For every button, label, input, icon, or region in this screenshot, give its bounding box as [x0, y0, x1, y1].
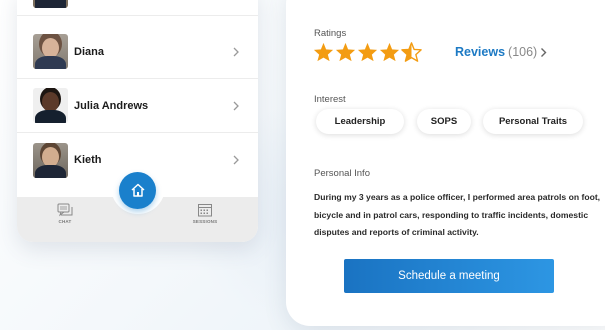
avatar: [33, 34, 68, 69]
bio-text: During my 3 years as a police officer, I…: [314, 192, 601, 237]
home-icon: [130, 183, 145, 197]
profile-card: Ratings Reviews (106) Interest Leadershi…: [286, 0, 605, 326]
reviews-link-label: Reviews: [455, 45, 506, 59]
contacts-phone-screen: Diana Julia Andrews Kieth CHAT SESSIONS: [17, 0, 258, 242]
interest-tag-leadership[interactable]: Leadership: [316, 109, 404, 134]
star-icon-half: [401, 42, 422, 62]
reviews-link[interactable]: Reviews (106): [455, 45, 548, 59]
contact-row[interactable]: [17, 0, 258, 16]
nav-sessions-label: SESSIONS: [192, 219, 218, 224]
nav-chat[interactable]: CHAT: [45, 203, 85, 224]
interest-tag-label: Personal Traits: [498, 116, 568, 127]
star-icon-full: [335, 42, 356, 62]
contact-row-julia-andrews[interactable]: Julia Andrews: [17, 79, 258, 133]
chevron-right-icon: [233, 155, 239, 165]
avatar: [33, 0, 68, 8]
nav-sessions[interactable]: SESSIONS: [185, 203, 225, 224]
contact-name: Diana: [74, 45, 104, 58]
avatar: [33, 88, 68, 123]
chevron-right-icon: [233, 101, 239, 110]
avatar: [33, 142, 68, 178]
interest-tag-label: SOPS: [430, 116, 458, 127]
star-rating: [313, 42, 423, 62]
interest-tag-sops[interactable]: SOPS: [417, 109, 471, 134]
personal-info-label: Personal Info: [314, 168, 370, 179]
schedule-meeting-button[interactable]: Schedule a meeting: [344, 259, 554, 293]
chat-icon: [57, 203, 73, 217]
star-icon-full: [357, 42, 378, 62]
schedule-meeting-label: Schedule a meeting: [398, 270, 500, 282]
contact-name: Kieth: [74, 154, 102, 166]
ratings-label: Ratings: [314, 28, 347, 39]
chevron-right-icon: [541, 47, 547, 57]
star-icon-full: [379, 42, 400, 62]
reviews-count: (106): [508, 45, 538, 59]
interest-label: Interest: [314, 94, 346, 105]
nav-chat-label: CHAT: [58, 219, 72, 224]
interest-tag-label: Leadership: [334, 116, 386, 127]
interest-tag-personal-traits[interactable]: Personal Traits: [483, 109, 583, 134]
star-icon-full: [313, 42, 334, 62]
chevron-right-icon: [233, 47, 239, 56]
contact-row-diana[interactable]: Diana: [17, 25, 258, 79]
home-button[interactable]: [119, 172, 156, 209]
contact-name: Julia Andrews: [74, 99, 149, 112]
calendar-icon: [198, 204, 212, 217]
